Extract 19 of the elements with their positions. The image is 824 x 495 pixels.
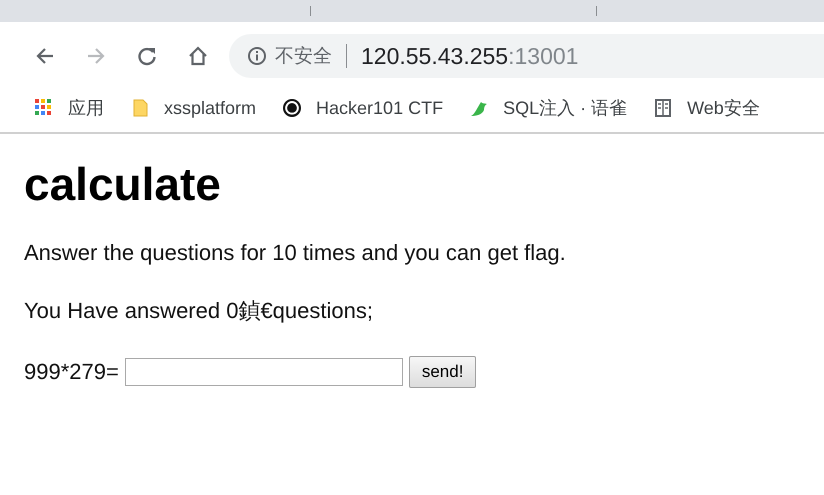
grid-icon: [34, 98, 54, 118]
security-label: 不安全: [275, 45, 332, 69]
book-icon: [653, 98, 674, 118]
question-text: 999*279=: [24, 359, 119, 385]
url-text: 120.55.43.255:13001: [361, 42, 578, 70]
send-button[interactable]: send!: [408, 356, 476, 388]
page-heading: calculate: [24, 158, 222, 210]
reload-icon[interactable]: [136, 45, 158, 67]
bookmark[interactable]: Web安全: [653, 96, 760, 120]
paragraph: Answer the questions for 10 times and you can get flag.: [24, 240, 567, 266]
bookmark[interactable]: xssplatform: [130, 98, 256, 118]
bookmark[interactable]: 应用: [34, 96, 104, 120]
bookmark[interactable]: Hacker101 CTF: [282, 98, 444, 118]
answer-field[interactable]: [124, 358, 403, 386]
bookmark[interactable]: SQL注入 · 语雀: [469, 96, 628, 120]
info-icon[interactable]: [247, 46, 267, 66]
home-icon[interactable]: [187, 45, 209, 67]
address-bar[interactable]: 不安全 120.55.43.255:13001: [229, 34, 824, 78]
paragraph: You Have answered 0鍞€questions;: [24, 298, 374, 324]
